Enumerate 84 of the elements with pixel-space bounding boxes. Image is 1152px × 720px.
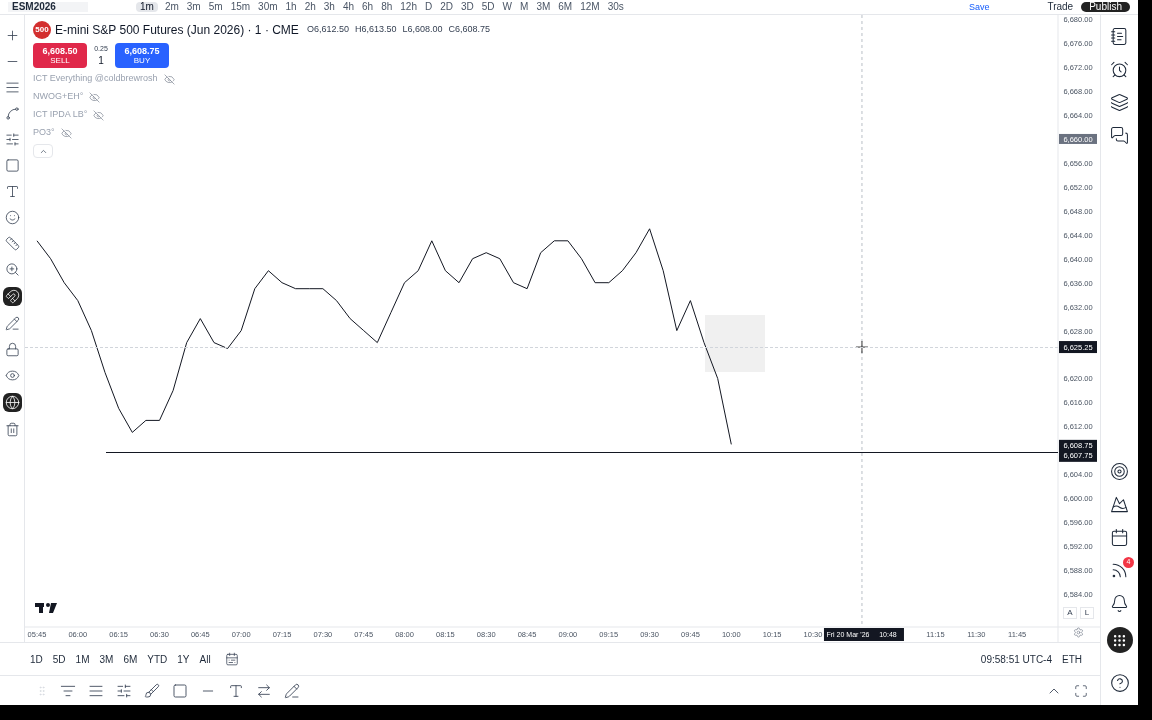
timeframe-tab[interactable]: D [423, 2, 434, 12]
range-button[interactable]: 5D [52, 651, 66, 667]
range-button[interactable]: 1M [75, 651, 90, 667]
range-button[interactable]: YTD [147, 651, 168, 667]
symbol-title: E-mini S&P 500 Futures (Jun 2026) · 1 · CME [55, 22, 299, 39]
rectangle-icon[interactable] [172, 682, 188, 699]
buy-button[interactable]: 6,608.75 BUY [115, 43, 169, 68]
drawn-rectangle [705, 315, 765, 372]
watchlist-icon[interactable] [1110, 27, 1129, 46]
trash-icon[interactable] [4, 422, 20, 437]
ohlc-value: C6,608.75 [448, 23, 491, 37]
timeframe-tab[interactable]: 4h [341, 2, 356, 12]
ruler-icon[interactable] [4, 236, 20, 251]
timeframe-tab[interactable]: 5D [480, 2, 496, 12]
timeframe-tab[interactable]: 2m [163, 2, 180, 12]
timeframe-tab[interactable]: 2h [303, 2, 317, 12]
feed-icon[interactable] [1110, 561, 1129, 580]
ohlc-value: O6,612.50 [306, 23, 349, 37]
projection-icon[interactable] [4, 132, 20, 147]
bell-icon[interactable] [1110, 594, 1129, 613]
timeframe-tab[interactable]: 2D [439, 2, 454, 12]
rectangle-icon[interactable] [4, 158, 20, 173]
timeframe-tab[interactable]: 3m [185, 2, 202, 12]
drag-handle-icon[interactable] [36, 684, 48, 697]
auto-scale-button[interactable]: A [1063, 607, 1077, 619]
text-icon[interactable] [4, 184, 20, 199]
timeframe-tab[interactable]: 5m [207, 2, 224, 12]
filter-lines-icon[interactable] [116, 682, 132, 699]
layers-icon[interactable] [1110, 93, 1129, 112]
zoom-in-icon[interactable] [4, 262, 20, 277]
alarm-clock-icon[interactable] [1110, 60, 1129, 79]
chat-icon[interactable] [1110, 126, 1129, 145]
session-button[interactable]: ETH [1062, 651, 1082, 667]
range-button[interactable]: 1D [30, 651, 43, 667]
globe-icon[interactable] [4, 395, 20, 410]
target-icon[interactable] [1110, 462, 1129, 481]
timeframe-tab[interactable]: 15m [229, 2, 252, 12]
symbol-logo: 500 [33, 21, 51, 39]
timeframe-tab[interactable]: 3D [460, 2, 475, 12]
magnet-icon[interactable] [4, 289, 20, 304]
text-icon[interactable] [228, 682, 244, 699]
timeframe-tab[interactable]: 1h [284, 2, 298, 12]
pattern-icon[interactable] [4, 106, 20, 121]
timeframe-tab[interactable]: W [501, 2, 514, 12]
sell-button[interactable]: 6,608.50 SELL [33, 43, 87, 68]
timeframe-tab[interactable]: 1m [136, 2, 158, 12]
quantity-value[interactable]: 1 [98, 55, 104, 67]
range-button[interactable]: 1Y [177, 651, 190, 667]
parallel-lines-icon[interactable] [4, 80, 20, 95]
timeframe-tab[interactable]: 30m [257, 2, 279, 12]
eye-icon[interactable] [4, 368, 20, 383]
range-button[interactable]: 3M [99, 651, 114, 667]
timeframe-tab[interactable]: M [519, 2, 530, 12]
timeframe-tab[interactable]: 12M [579, 2, 601, 12]
date-range-icon[interactable] [224, 652, 239, 666]
tradingview-logo-icon [35, 603, 57, 613]
smiley-icon[interactable] [4, 210, 20, 225]
timeframe-tab[interactable]: 3M [535, 2, 552, 12]
range-button[interactable]: All [199, 651, 211, 667]
mountain-icon[interactable] [1110, 495, 1129, 514]
ohlc-value: H6,613.50 [354, 23, 397, 37]
clock-timezone[interactable]: 09:58:51 UTC-4 [980, 651, 1052, 667]
trade-button[interactable]: Trade [1047, 2, 1074, 12]
timeframe-tab[interactable]: 12h [399, 2, 418, 12]
calendar-icon[interactable] [1110, 528, 1129, 547]
save-button[interactable]: Save [968, 2, 990, 12]
range-button[interactable]: 6M [123, 651, 138, 667]
crosshair-cursor [855, 340, 869, 354]
timeframe-tab[interactable]: 6h [361, 2, 375, 12]
timeframe-tab[interactable]: 6M [557, 2, 574, 12]
publish-button[interactable]: Publish [1081, 2, 1130, 12]
maximize-icon[interactable] [1074, 683, 1088, 698]
grid-icon [1112, 632, 1127, 648]
timeframe-tab[interactable]: 30s [606, 2, 625, 12]
lock-icon[interactable] [4, 342, 20, 357]
symbol-search[interactable]: ESM2026 [8, 2, 88, 12]
timeframe-tab[interactable]: 8h [380, 2, 394, 12]
timeframe-tab[interactable]: 3h [322, 2, 336, 12]
crosshair-icon[interactable] [4, 28, 20, 43]
log-scale-button[interactable]: L [1080, 607, 1094, 619]
ohlc-value: L6,608.00 [402, 23, 443, 37]
brush-icon[interactable] [144, 682, 160, 699]
help-icon[interactable] [1109, 673, 1130, 693]
apps-button[interactable] [1106, 627, 1133, 653]
